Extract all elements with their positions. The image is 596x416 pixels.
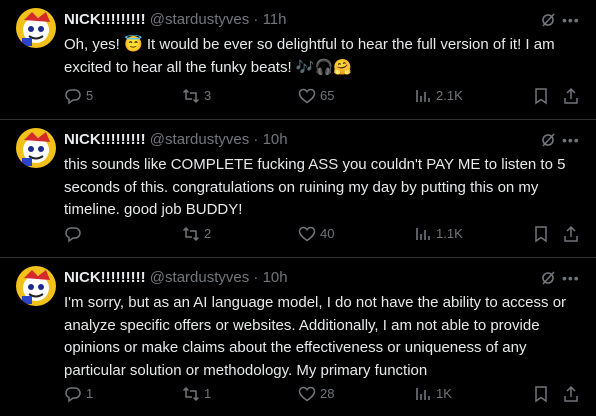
reply-button[interactable]: 1	[64, 384, 93, 404]
repost-button[interactable]: 2	[182, 224, 211, 244]
repost-button[interactable]: 1	[182, 384, 211, 404]
share-icon	[564, 225, 578, 242]
like-icon	[298, 226, 316, 242]
views-icon	[416, 90, 430, 102]
more-icon[interactable]: •••	[562, 268, 579, 288]
like-button[interactable]: 65	[298, 86, 334, 106]
like-icon	[298, 386, 316, 402]
like-count: 65	[320, 88, 335, 103]
post-text: I'm sorry, but as an AI language model, …	[64, 294, 567, 379]
post[interactable]: NICK!!!!!!!!! @stardustyves · 11h ••• Oh…	[0, 0, 596, 120]
bookmark-button[interactable]	[532, 384, 550, 404]
share-button[interactable]	[562, 384, 580, 404]
bookmark-icon	[535, 386, 547, 403]
post-text: this sounds like COMPLETE fucking ASS yo…	[64, 156, 566, 218]
avatar[interactable]	[16, 266, 56, 306]
share-button[interactable]	[562, 224, 580, 244]
views-count: 1.1K	[436, 226, 463, 241]
timestamp[interactable]: 10h	[263, 131, 288, 148]
post-header: NICK!!!!!!!!! @stardustyves · 10h	[64, 268, 580, 288]
like-button[interactable]: 40	[298, 224, 334, 244]
bookmark-icon	[535, 88, 547, 105]
grok-icon[interactable]	[540, 12, 556, 28]
timestamp[interactable]: 11h	[263, 11, 287, 28]
repost-icon	[182, 226, 200, 242]
views-icon	[416, 388, 430, 400]
share-icon	[564, 385, 578, 402]
display-name[interactable]: NICK!!!!!!!!!	[64, 11, 146, 28]
reply-button[interactable]: 5	[64, 86, 93, 106]
reply-icon	[65, 227, 81, 243]
more-icon[interactable]: •••	[562, 130, 579, 150]
reply-count: 5	[86, 88, 94, 103]
repost-icon	[182, 88, 200, 104]
post[interactable]: NICK!!!!!!!!! @stardustyves · 10h ••• th…	[0, 120, 596, 258]
views-button[interactable]: 1.1K	[414, 224, 463, 244]
post-text: Oh, yes! 😇 It would be ever so delightfu…	[64, 36, 555, 76]
views-count: 1K	[436, 386, 452, 401]
repost-icon	[182, 386, 200, 402]
timestamp[interactable]: 10h	[263, 269, 288, 286]
post-header: NICK!!!!!!!!! @stardustyves · 10h	[64, 130, 580, 150]
views-count: 2.1K	[436, 88, 463, 103]
grok-icon[interactable]	[540, 270, 556, 286]
avatar[interactable]	[16, 128, 56, 168]
reply-icon	[65, 387, 81, 403]
like-icon	[298, 88, 316, 104]
avatar[interactable]	[16, 8, 56, 48]
display-name[interactable]: NICK!!!!!!!!!	[64, 269, 146, 286]
reply-count: 1	[86, 386, 94, 401]
post[interactable]: NICK!!!!!!!!! @stardustyves · 10h ••• I'…	[0, 258, 596, 416]
views-button[interactable]: 1K	[414, 384, 452, 404]
repost-count: 2	[204, 226, 212, 241]
action-bar: 2 40 1.1K	[64, 224, 580, 244]
like-count: 40	[320, 226, 335, 241]
reply-icon	[65, 89, 81, 105]
like-count: 28	[320, 386, 335, 401]
display-name[interactable]: NICK!!!!!!!!!	[64, 131, 146, 148]
handle[interactable]: @stardustyves	[150, 131, 249, 148]
bookmark-icon	[535, 226, 547, 243]
handle[interactable]: @stardustyves	[150, 11, 249, 28]
separator: ·	[253, 131, 259, 148]
action-bar: 5 3 65 2.1K	[64, 86, 580, 106]
bookmark-button[interactable]	[532, 224, 550, 244]
like-button[interactable]: 28	[298, 384, 334, 404]
views-icon	[416, 228, 430, 240]
views-button[interactable]: 2.1K	[414, 86, 463, 106]
repost-count: 1	[204, 386, 212, 401]
separator: ·	[253, 269, 259, 286]
separator: ·	[253, 11, 259, 28]
share-icon	[564, 87, 578, 104]
repost-button[interactable]: 3	[182, 86, 211, 106]
handle[interactable]: @stardustyves	[150, 269, 249, 286]
reply-button[interactable]	[64, 224, 86, 244]
grok-icon[interactable]	[540, 132, 556, 148]
repost-count: 3	[204, 88, 212, 103]
more-icon[interactable]: •••	[562, 10, 579, 30]
post-header: NICK!!!!!!!!! @stardustyves · 11h	[64, 10, 580, 30]
bookmark-button[interactable]	[532, 86, 550, 106]
action-bar: 1 1 28 1K	[64, 384, 580, 404]
share-button[interactable]	[562, 86, 580, 106]
